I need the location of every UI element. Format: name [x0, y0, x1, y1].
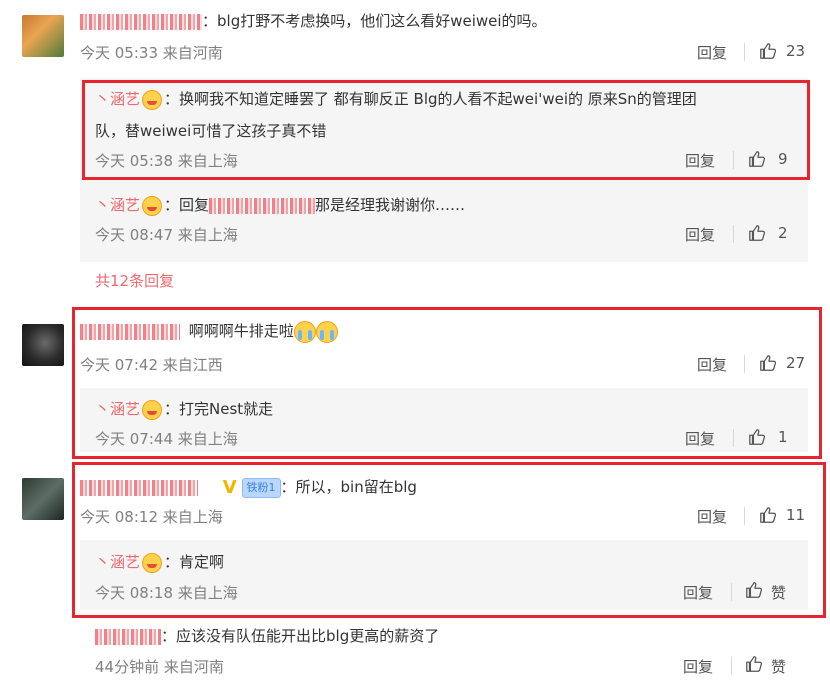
reply-text: ：打完Nest就走 — [164, 400, 274, 418]
comment-meta: 今天 07:42 来自江西 — [80, 356, 223, 374]
reply-button[interactable]: 回复 — [683, 656, 713, 677]
divider — [744, 507, 745, 525]
emoji-icon — [142, 89, 163, 110]
masked-username[interactable] — [95, 628, 161, 645]
reply-meta: 今天 08:18 来自上海 — [95, 584, 238, 602]
thumbs-up-icon[interactable] — [745, 655, 763, 673]
comment-text: 啊啊啊牛排走啦 — [188, 322, 294, 340]
divider — [744, 43, 745, 61]
reply-username[interactable]: 丶涵艺 — [95, 553, 140, 571]
like-button-label[interactable]: 赞 — [771, 656, 786, 677]
reply-button[interactable]: 回复 — [697, 42, 727, 63]
crying-emoji-icon — [293, 320, 316, 343]
masked-username[interactable] — [209, 197, 316, 214]
reply-meta: 今天 08:47 来自上海 — [95, 226, 238, 244]
like-button-label[interactable]: 赞 — [771, 582, 786, 603]
verified-v-icon: V — [222, 477, 237, 498]
thumbs-up-icon[interactable] — [748, 224, 766, 242]
like-count: 1 — [778, 428, 788, 446]
reply-button[interactable]: 回复 — [697, 354, 727, 375]
thumbs-up-icon[interactable] — [759, 42, 777, 60]
reply-meta: 今天 07:44 来自上海 — [95, 430, 238, 448]
comment-text: ：blg打野不考虑换吗，他们这么看好weiwei的吗。 — [202, 12, 547, 30]
thumbs-up-icon[interactable] — [748, 150, 766, 168]
like-count: 23 — [786, 42, 806, 60]
reply-prefix: ：回复 — [164, 196, 210, 214]
reply-text-continued: 队，替weiwei可惜了这孩子真不错 — [95, 122, 327, 140]
thumbs-up-icon[interactable] — [748, 428, 766, 446]
like-count: 27 — [786, 354, 806, 372]
emoji-icon — [142, 195, 163, 216]
like-count: 2 — [778, 224, 788, 242]
divider — [731, 657, 732, 675]
reply-button[interactable]: 回复 — [685, 150, 715, 171]
divider — [744, 355, 745, 373]
reply-2-body: 丶涵艺 ：回复 那是经理我谢谢你…… — [95, 194, 465, 216]
divider — [733, 151, 734, 169]
reply-button[interactable]: 回复 — [697, 506, 727, 527]
reply-text: ：换啊我不知道定睡罢了 都有聊反正 Blg的人看不起wei'wei的 原来Sn的… — [164, 90, 697, 108]
comment-meta: 今天 05:33 来自河南 — [80, 44, 223, 62]
reply-meta: 今天 05:38 来自上海 — [95, 152, 238, 170]
divider — [733, 225, 734, 243]
reply-text: 那是经理我谢谢你…… — [315, 196, 466, 214]
reply-4-body: 丶涵艺 ：肯定啊 — [95, 551, 224, 573]
emoji-icon — [142, 552, 163, 573]
fan-badge[interactable]: 铁粉1 — [241, 477, 281, 498]
divider — [733, 429, 734, 447]
reply-button[interactable]: 回复 — [683, 582, 713, 603]
divider — [731, 583, 732, 601]
like-count: 11 — [786, 506, 806, 524]
thumbs-up-icon[interactable] — [745, 581, 763, 599]
reply-username[interactable]: 丶涵艺 — [95, 90, 140, 108]
reply-username[interactable]: 丶涵艺 — [95, 400, 140, 418]
avatar[interactable] — [22, 15, 64, 57]
like-count: 9 — [778, 150, 788, 168]
reply-text: ：肯定啊 — [164, 553, 225, 571]
comment-text: ：应该没有队伍能开出比blg更高的薪资了 — [161, 627, 440, 645]
avatar[interactable] — [22, 478, 64, 520]
reply-button[interactable]: 回复 — [685, 428, 715, 449]
reply-username[interactable]: 丶涵艺 — [95, 196, 140, 214]
reply-button[interactable]: 回复 — [685, 224, 715, 245]
reply-3-body: 丶涵艺 ：打完Nest就走 — [95, 398, 273, 420]
thumbs-up-icon[interactable] — [759, 354, 777, 372]
comment-4-body: ：应该没有队伍能开出比blg更高的薪资了 — [95, 625, 439, 646]
comment-1-body: ：blg打野不考虑换吗，他们这么看好weiwei的吗。 — [80, 10, 547, 31]
masked-username[interactable] — [80, 323, 180, 340]
avatar[interactable] — [22, 324, 64, 366]
comment-3-body: V 铁粉1 ：所以，bin留在blg — [80, 476, 417, 498]
comment-meta: 44分钟前 来自河南 — [95, 658, 224, 676]
masked-username[interactable] — [80, 479, 198, 496]
masked-username[interactable] — [80, 13, 202, 30]
reply-1-body: 丶涵艺 ：换啊我不知道定睡罢了 都有聊反正 Blg的人看不起wei'wei的 原来… — [95, 88, 697, 110]
thumbs-up-icon[interactable] — [759, 506, 777, 524]
crying-emoji-icon — [315, 320, 338, 343]
comment-meta: 今天 08:12 来自上海 — [80, 508, 223, 526]
emoji-icon — [142, 399, 163, 420]
more-replies-link[interactable]: 共12条回复 — [95, 270, 174, 291]
comment-text: ：所以，bin留在blg — [280, 478, 417, 496]
comment-2-body: 啊啊啊牛排走啦 — [80, 320, 338, 343]
